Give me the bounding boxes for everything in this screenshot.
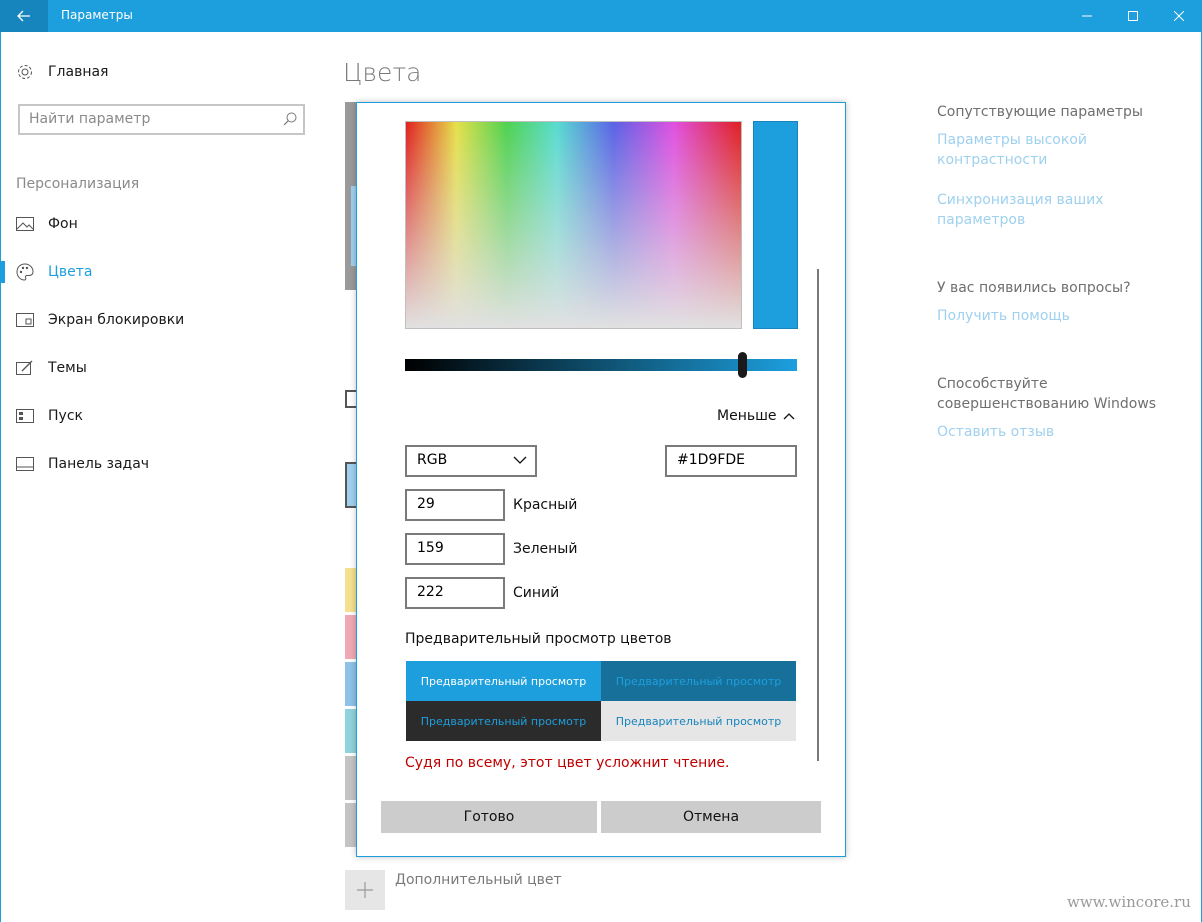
preview-light-accent: Предварительный просмотр: [406, 661, 601, 701]
sidebar-item-colors[interactable]: Цвета: [16, 260, 92, 284]
close-button[interactable]: [1156, 0, 1202, 32]
watermark: www.wincore.ru: [1067, 893, 1191, 911]
color-model-value: RGB: [417, 452, 448, 468]
hex-value: #1D9FDE: [677, 452, 746, 468]
sidebar-item-lock-screen[interactable]: Экран блокировки: [16, 308, 184, 332]
page-title: Цвета: [343, 58, 422, 87]
readability-warning: Судя по всему, этот цвет усложнит чтение…: [405, 755, 730, 771]
brightness-slider-thumb[interactable]: [737, 352, 747, 378]
minimize-button[interactable]: [1064, 0, 1110, 32]
link-feedback[interactable]: Оставить отзыв: [937, 422, 1054, 442]
scrollbar[interactable]: [817, 269, 819, 761]
less-label: Меньше: [717, 408, 777, 424]
lock-screen-icon: [16, 311, 34, 329]
feedback-heading: Способствуйте совершенствованию Windows: [937, 376, 1157, 412]
sidebar-item-start[interactable]: Пуск: [16, 404, 83, 428]
blue-label: Синий: [513, 585, 560, 601]
maximize-icon: [1128, 11, 1138, 21]
red-input[interactable]: 29: [405, 489, 505, 521]
done-button[interactable]: Готово: [381, 801, 597, 833]
search-icon: [283, 112, 297, 126]
nav-home-label: Главная: [48, 64, 109, 80]
preview-light-theme: Предварительный просмотр: [601, 701, 796, 741]
red-label: Красный: [513, 497, 578, 513]
nav-home[interactable]: Главная: [16, 63, 108, 81]
themes-icon: [16, 359, 34, 377]
sidebar-item-label: Темы: [48, 360, 87, 376]
section-label: Персонализация: [16, 176, 140, 192]
close-icon: [1174, 11, 1184, 21]
link-sync-settings[interactable]: Синхронизация ваших параметров: [937, 190, 1117, 230]
start-icon: [16, 407, 34, 425]
plus-icon: [357, 882, 373, 898]
sidebar-item-label: Пуск: [48, 408, 83, 424]
red-value: 29: [417, 496, 435, 512]
link-high-contrast[interactable]: Параметры высокой контрастности: [937, 130, 1117, 170]
selected-color-swatch: [753, 121, 798, 329]
gear-icon: [18, 65, 32, 79]
color-spectrum[interactable]: [405, 121, 742, 329]
hex-input[interactable]: #1D9FDE: [665, 445, 797, 477]
add-color-label: Дополнительный цвет: [395, 872, 562, 888]
preview-title: Предварительный просмотр цветов: [405, 631, 672, 647]
link-get-help[interactable]: Получить помощь: [937, 306, 1070, 326]
related-settings-heading: Сопутствующие параметры: [937, 104, 1143, 120]
taskbar-icon: [16, 455, 34, 473]
window-border: [0, 32, 1, 922]
window-title: Параметры: [61, 8, 133, 22]
title-bar: Параметры: [0, 0, 1202, 32]
palette-icon: [16, 263, 34, 281]
questions-heading: У вас появились вопросы?: [937, 280, 1131, 296]
sidebar-item-label: Фон: [48, 216, 78, 232]
blue-value: 222: [417, 584, 444, 600]
search-input[interactable]: Найти параметр: [18, 104, 305, 135]
green-input[interactable]: 159: [405, 533, 505, 565]
green-label: Зеленый: [513, 541, 578, 557]
color-model-select[interactable]: RGB: [405, 445, 537, 477]
less-toggle[interactable]: Меньше: [717, 408, 795, 424]
sidebar-item-label: Панель задач: [48, 456, 150, 472]
sidebar-item-taskbar[interactable]: Панель задач: [16, 452, 149, 476]
chevron-up-icon: [783, 413, 794, 420]
cancel-button[interactable]: Отмена: [601, 801, 821, 833]
picture-icon: [16, 215, 34, 233]
green-value: 159: [417, 540, 444, 556]
add-color-button[interactable]: [345, 870, 385, 910]
back-button[interactable]: [0, 0, 48, 32]
sidebar-item-label: Экран блокировки: [48, 312, 185, 328]
active-indicator: [0, 261, 5, 283]
back-arrow-icon: [17, 10, 30, 22]
sidebar-item-themes[interactable]: Темы: [16, 356, 87, 380]
sidebar-item-background[interactable]: Фон: [16, 212, 78, 236]
preview-dark-accent: Предварительный просмотр: [601, 661, 796, 701]
chevron-down-icon: [513, 456, 527, 464]
minimize-icon: [1082, 15, 1092, 17]
blue-input[interactable]: 222: [405, 577, 505, 609]
preview-dark-theme: Предварительный просмотр: [406, 701, 601, 741]
sidebar-item-label: Цвета: [48, 264, 93, 280]
search-placeholder: Найти параметр: [29, 111, 151, 127]
color-picker-dialog: Меньше RGB #1D9FDE 29 Красный 159 Зелены…: [356, 102, 846, 857]
maximize-button[interactable]: [1110, 0, 1156, 32]
